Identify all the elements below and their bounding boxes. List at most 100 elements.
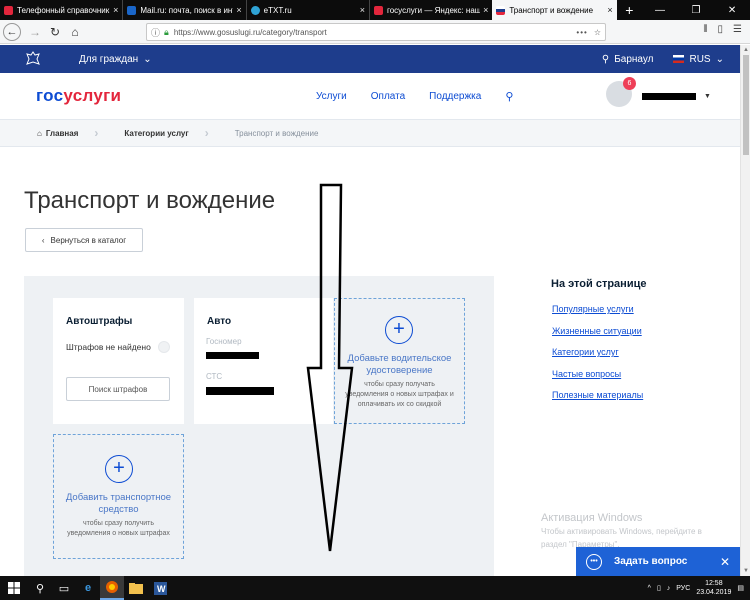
notification-badge[interactable]: 6 bbox=[623, 77, 636, 90]
fines-card: Автоштрафы Штрафов не найдено Поиск штра… bbox=[53, 298, 184, 424]
breadcrumb-home[interactable]: ⌂ Главная › bbox=[0, 126, 98, 140]
plus-icon: + bbox=[105, 455, 133, 483]
system-tray: ^ ▯ ♪ РУС 12:58 23.04.2019 ▤ bbox=[648, 579, 744, 597]
add-vehicle-title[interactable]: Добавить транспортное средство bbox=[60, 492, 177, 516]
gosuslugi-logo[interactable]: госуслуги bbox=[36, 86, 121, 106]
tab-label: Mail.ru: почта, поиск в инте bbox=[140, 5, 234, 15]
sidebar-link-categories[interactable]: Категории услуг bbox=[552, 347, 643, 369]
watermark-line2: Чтобы активировать Windows, перейдите в bbox=[541, 527, 702, 536]
page-actions-icon[interactable]: ••• bbox=[576, 28, 587, 37]
new-tab-button[interactable]: + bbox=[617, 0, 642, 20]
scroll-up-icon[interactable]: ▲ bbox=[741, 45, 750, 55]
add-vehicle-card[interactable]: + Добавить транспортное средство чтобы с… bbox=[53, 434, 184, 559]
add-license-subtitle: чтобы сразу получать уведомления о новых… bbox=[345, 381, 454, 408]
language-selector[interactable]: RUS ⌄ bbox=[673, 54, 724, 65]
avatar[interactable]: 6 bbox=[606, 77, 636, 107]
word-icon[interactable]: W bbox=[148, 576, 172, 600]
chevron-up-icon[interactable]: ^ bbox=[648, 585, 651, 592]
scrollbar-thumb[interactable] bbox=[743, 55, 749, 155]
mailru-favicon-icon bbox=[127, 5, 137, 15]
logo-part2: услуги bbox=[63, 86, 122, 105]
bookmark-star-icon[interactable]: ☆ bbox=[594, 28, 601, 37]
search-icon[interactable]: ⚲ bbox=[505, 90, 513, 103]
browser-tab-4[interactable]: госуслуги — Яндекс: нашлс × bbox=[370, 0, 492, 20]
sidebar-link-life-situations[interactable]: Жизненные ситуации bbox=[552, 326, 643, 348]
input-language[interactable]: РУС bbox=[676, 585, 690, 592]
minimize-icon[interactable]: — bbox=[642, 0, 678, 20]
library-icon[interactable]: ⫴ bbox=[703, 24, 707, 35]
nav-payment[interactable]: Оплата bbox=[371, 91, 405, 102]
tab-label: Транспорт и вождение bbox=[509, 5, 594, 15]
windows-start-icon[interactable] bbox=[0, 576, 28, 600]
scroll-down-icon[interactable]: ▼ bbox=[741, 566, 750, 576]
sidebar-icon[interactable]: ▯ bbox=[718, 24, 724, 35]
fines-status: Штрафов не найдено bbox=[66, 342, 151, 352]
etxt-favicon-icon bbox=[250, 5, 260, 15]
reload-icon[interactable]: ↻ bbox=[45, 22, 65, 42]
browser-tab-1[interactable]: Телефонный справочник × bbox=[0, 0, 122, 20]
close-tab-icon[interactable]: × bbox=[360, 5, 365, 15]
back-button-label: Вернуться в каталог bbox=[50, 235, 127, 245]
file-explorer-icon[interactable] bbox=[124, 576, 148, 600]
watermark-line1: Активация Windows bbox=[541, 512, 643, 524]
nav-support[interactable]: Поддержка bbox=[429, 91, 481, 102]
firefox-icon[interactable] bbox=[100, 576, 124, 600]
browser-tab-2[interactable]: Mail.ru: почта, поиск в инте × bbox=[123, 0, 245, 20]
task-view-icon[interactable]: ▭ bbox=[52, 576, 76, 600]
breadcrumb: ⌂ Главная › Категории услуг › Транспорт … bbox=[0, 120, 740, 147]
add-vehicle-subtitle: чтобы сразу получить уведомления о новых… bbox=[67, 520, 170, 537]
breadcrumb-categories[interactable]: Категории услуг › bbox=[98, 126, 208, 140]
fines-status-toggle[interactable] bbox=[158, 341, 170, 353]
home-icon[interactable]: ⌂ bbox=[65, 22, 85, 42]
svg-text:W: W bbox=[157, 584, 166, 594]
close-tab-icon[interactable]: × bbox=[607, 5, 612, 15]
breadcrumb-label: Главная bbox=[45, 128, 79, 138]
maximize-icon[interactable]: ❐ bbox=[678, 0, 714, 20]
menu-icon[interactable]: ☰ bbox=[733, 24, 742, 35]
notifications-icon[interactable]: ▤ bbox=[737, 584, 744, 592]
url-text[interactable]: https://www.gosuslugi.ru/category/transp… bbox=[174, 28, 327, 37]
sidebar-link-popular[interactable]: Популярные услуги bbox=[552, 304, 643, 326]
audience-label: Для граждан bbox=[79, 53, 139, 65]
volume-icon[interactable]: ♪ bbox=[667, 585, 671, 592]
edge-browser-icon[interactable]: e bbox=[76, 576, 100, 600]
russian-flag-icon bbox=[673, 55, 685, 63]
close-icon[interactable]: ✕ bbox=[720, 555, 730, 569]
location-pin-icon: ⚲ bbox=[601, 53, 610, 65]
search-icon[interactable]: ⚲ bbox=[28, 576, 52, 600]
clock[interactable]: 12:58 23.04.2019 bbox=[696, 579, 731, 597]
address-bar[interactable]: ⓘ 🔒︎ https://www.gosuslugi.ru/category/t… bbox=[146, 23, 606, 41]
site-header: госуслуги Услуги Оплата Поддержка ⚲ 6 ▼ bbox=[0, 73, 740, 120]
close-tab-icon[interactable]: × bbox=[113, 5, 118, 15]
breadcrumb-label: Транспорт и вождение bbox=[234, 128, 319, 138]
add-license-title[interactable]: Добавьте водительское удостоверение bbox=[341, 353, 458, 377]
close-window-icon[interactable]: ✕ bbox=[714, 0, 750, 20]
home-icon: ⌂ bbox=[37, 128, 42, 138]
close-tab-icon[interactable]: × bbox=[483, 5, 488, 15]
gosuslugi-favicon-icon bbox=[496, 5, 506, 15]
forward-arrow-icon[interactable]: → bbox=[25, 22, 45, 42]
tab-label: eTXT.ru bbox=[263, 5, 292, 15]
on-this-page-links: Популярные услуги Жизненные ситуации Кат… bbox=[552, 304, 643, 412]
chevron-down-icon: ⌄ bbox=[715, 53, 724, 65]
back-arrow-icon[interactable]: ← bbox=[3, 22, 21, 41]
region-selector[interactable]: ⚲ Барнаул bbox=[602, 54, 654, 65]
sidebar-link-faq[interactable]: Частые вопросы bbox=[552, 369, 643, 391]
network-icon[interactable]: ▯ bbox=[657, 584, 661, 592]
browser-tab-3[interactable]: eTXT.ru × bbox=[247, 0, 369, 20]
audience-selector[interactable]: Для граждан ⌄ bbox=[79, 54, 152, 65]
search-fines-button[interactable]: Поиск штрафов bbox=[66, 377, 170, 401]
window-controls: — ❐ ✕ bbox=[642, 0, 750, 20]
ask-question-widget[interactable]: ••• Задать вопрос ✕ bbox=[576, 547, 740, 576]
browser-tab-5-active[interactable]: Транспорт и вождение × bbox=[492, 0, 617, 20]
back-to-catalog-button[interactable]: ‹ Вернуться в каталог bbox=[25, 228, 143, 252]
page-scrollbar[interactable]: ▲ ▼ bbox=[740, 45, 750, 576]
info-icon[interactable]: ⓘ bbox=[151, 26, 160, 39]
user-menu[interactable]: 6 ▼ bbox=[606, 77, 711, 107]
yandex-favicon-icon bbox=[373, 5, 383, 15]
close-tab-icon[interactable]: × bbox=[236, 5, 241, 15]
redacted-plate bbox=[206, 352, 259, 359]
nav-services[interactable]: Услуги bbox=[316, 91, 347, 102]
lock-icon: 🔒︎ bbox=[164, 26, 169, 37]
sidebar-link-materials[interactable]: Полезные материалы bbox=[552, 390, 643, 412]
